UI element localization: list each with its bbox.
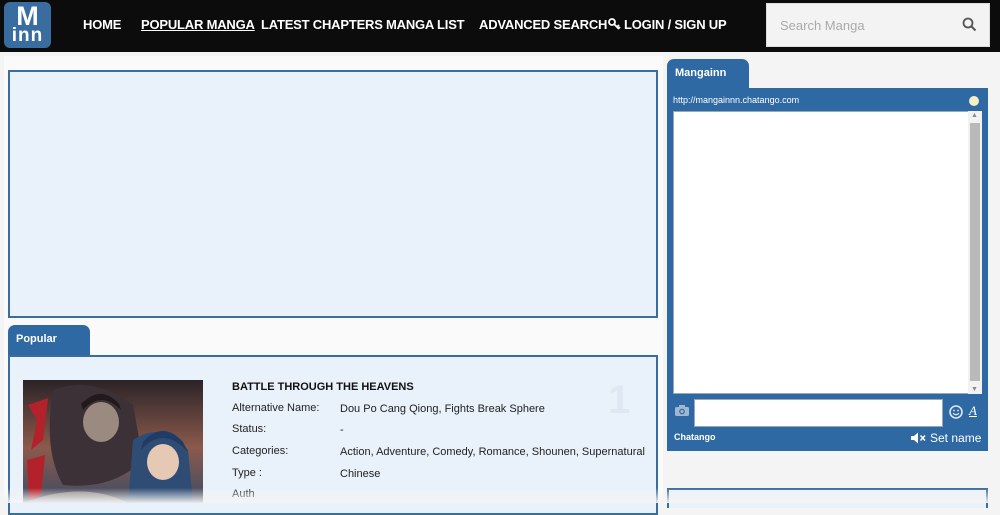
key-icon (608, 18, 621, 30)
logo-line-2: inn (11, 25, 44, 46)
camera-icon[interactable] (674, 404, 690, 417)
nav-advanced-search[interactable]: ADVANCED SEARCH (479, 17, 607, 32)
font-style-button[interactable]: A (969, 403, 977, 419)
nav-login-signup[interactable]: LOGIN / SIGN UP (608, 17, 727, 32)
site-logo[interactable]: M inn (4, 2, 51, 48)
author-label: Auth (232, 488, 255, 500)
tab-mangainn-chat[interactable]: Mangainn Chat (667, 59, 749, 107)
status-dot-icon (969, 96, 979, 106)
smiley-icon[interactable] (949, 405, 963, 419)
search-icon[interactable] (962, 17, 977, 32)
chat-url-link[interactable]: http://mangainnn.chatango.com (673, 95, 799, 105)
set-name-button[interactable]: Set name (930, 431, 981, 445)
nav-latest-chapters[interactable]: LATEST CHAPTERS (261, 17, 383, 32)
nav-popular-manga[interactable]: POPULAR MANGA (141, 17, 255, 32)
scroll-up-icon[interactable]: ▲ (971, 112, 978, 119)
nav-home[interactable]: HOME (83, 17, 121, 32)
alt-name-label: Alternative Name: (232, 402, 320, 414)
login-label: LOGIN / SIGN UP (624, 17, 727, 32)
type-label: Type : (232, 467, 262, 479)
status-value: - (340, 424, 344, 436)
categories-value: Action, Adventure, Comedy, Romance, Shou… (340, 446, 645, 458)
manga-title[interactable]: BATTLE THROUGH THE HEAVENS (232, 381, 414, 393)
mute-speaker-icon[interactable] (910, 431, 927, 445)
nav-manga-list[interactable]: MANGA LIST (386, 17, 465, 32)
manga-cover-image[interactable] (23, 380, 203, 503)
search-input[interactable] (767, 4, 957, 46)
categories-label: Categories: (232, 445, 289, 457)
chat-scrollbar[interactable]: ▲ ▼ (968, 111, 982, 394)
ad-banner (8, 70, 658, 318)
status-label: Status: (232, 423, 267, 435)
search-box (766, 3, 990, 47)
chat-message-input[interactable] (694, 399, 943, 427)
alt-name-value: Dou Po Cang Qiong, Fights Break Sphere (340, 403, 545, 415)
chat-messages-area[interactable] (673, 111, 982, 394)
tab-popular-manga[interactable]: Popular Manga (8, 325, 90, 374)
type-value: Chinese (340, 468, 381, 480)
scrollbar-thumb[interactable] (970, 123, 980, 381)
scroll-down-icon[interactable]: ▼ (971, 386, 978, 393)
rank-number: 1 (608, 378, 631, 422)
top-nav: M inn HOME POPULAR MANGA LATEST CHAPTERS… (0, 0, 1000, 52)
next-sidebar-panel (667, 488, 988, 508)
chatango-brand[interactable]: Chatango (674, 432, 716, 442)
cover-art (23, 380, 203, 503)
